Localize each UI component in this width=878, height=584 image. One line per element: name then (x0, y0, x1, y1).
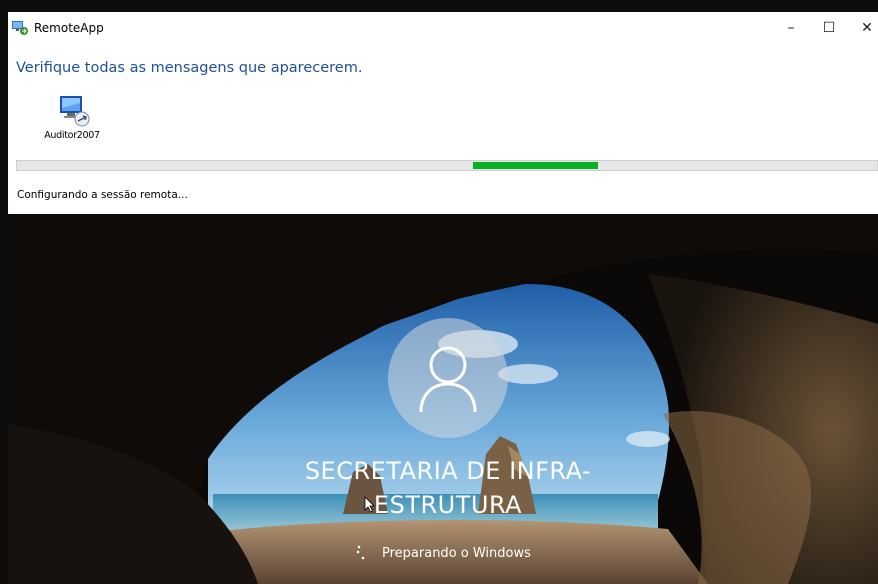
loading-spinner-icon (356, 545, 365, 560)
program-label: Auditor2007 (44, 130, 100, 141)
minimize-icon: – (787, 20, 795, 36)
progress-bar-fill (473, 162, 598, 169)
close-icon: ✕ (861, 20, 873, 36)
title-bar[interactable]: RemoteApp – ☐ ✕ (8, 12, 878, 44)
close-button[interactable]: ✕ (852, 16, 878, 40)
window-title: RemoteApp (34, 21, 104, 35)
user-icon (419, 346, 477, 413)
dialog-heading: Verifique todas as mensagens que aparece… (16, 60, 363, 76)
connection-progress-bar (16, 160, 878, 171)
preparing-status: Preparando o Windows (382, 546, 531, 561)
remote-program-icon (60, 96, 90, 127)
user-avatar (388, 318, 508, 438)
connection-status: Configurando a sessão remota... (17, 189, 188, 201)
remoteapp-dialog: RemoteApp – ☐ ✕ Verifique todas as mensa… (8, 12, 878, 214)
mouse-cursor-icon (364, 496, 375, 513)
user-name: SECRETARIA DE INFRA-ESTRUTURA (304, 457, 592, 519)
screen: RemoteApp – ☐ ✕ Verifique todas as mensa… (0, 0, 878, 584)
remoteapp-icon (12, 21, 28, 35)
minimize-button[interactable]: – (776, 16, 806, 40)
maximize-icon: ☐ (822, 20, 836, 36)
maximize-button[interactable]: ☐ (814, 16, 844, 40)
lock-screen: SECRETARIA DE INFRA-ESTRUTURA Preparando… (8, 214, 878, 584)
